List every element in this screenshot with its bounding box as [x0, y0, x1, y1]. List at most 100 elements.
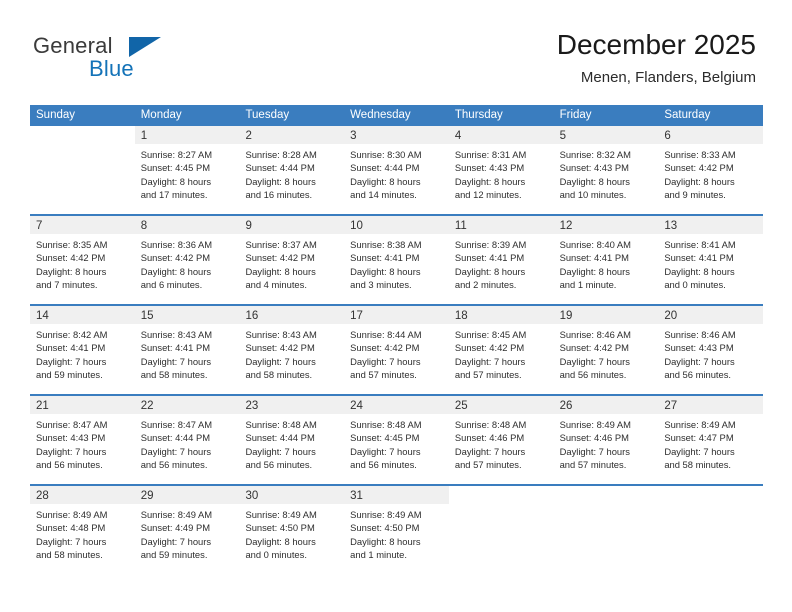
day-detail-line: and 14 minutes.	[350, 189, 417, 201]
day-details: Sunrise: 8:30 AM Sunset: 4:44 PM Daylight:…	[344, 144, 449, 202]
day-number: 12	[559, 220, 573, 232]
day-number-band: 5	[553, 126, 659, 144]
day-cell-20[interactable]: 20 Sunrise: 8:46 AM Sunset: 4:43 PM Dayligh…	[658, 306, 764, 394]
day-cell-22[interactable]: 22 Sunrise: 8:47 AM Sunset: 4:44 PM Dayligh…	[134, 396, 240, 484]
day-cell-8[interactable]: 8 Sunrise: 8:36 AM Sunset: 4:42 PM Daylight…	[134, 216, 240, 304]
day-details: Sunrise: 8:39 AM Sunset: 4:41 PM Daylight:…	[449, 234, 554, 292]
day-detail-line: Sunset: 4:43 PM	[36, 432, 106, 444]
day-cell-14[interactable]: 14 Sunrise: 8:42 AM Sunset: 4:41 PM Dayligh…	[30, 306, 135, 394]
day-cell-27[interactable]: 27 Sunrise: 8:49 AM Sunset: 4:47 PM Dayligh…	[658, 396, 764, 484]
weekday-header-friday: Friday	[559, 109, 592, 121]
day-detail-line: and 56 minutes.	[245, 459, 313, 471]
day-cell-26[interactable]: 26 Sunrise: 8:49 AM Sunset: 4:46 PM Dayligh…	[553, 396, 659, 484]
calendar-weeks: 1 Sunrise: 8:27 AM Sunset: 4:45 PM Daylight…	[30, 126, 764, 574]
day-detail-line: Sunrise: 8:30 AM	[350, 149, 422, 160]
day-details: Sunrise: 8:46 AM Sunset: 4:43 PM Daylight:…	[658, 324, 763, 382]
day-detail-line: Sunrise: 8:40 AM	[559, 239, 631, 250]
day-detail-line: Sunrise: 8:49 AM	[664, 419, 736, 430]
day-cell-25[interactable]: 25 Sunrise: 8:48 AM Sunset: 4:46 PM Dayligh…	[448, 396, 554, 484]
day-detail-line: Sunrise: 8:49 AM	[245, 509, 317, 520]
day-detail-line: Daylight: 8 hours	[454, 265, 526, 277]
day-detail-line: Daylight: 8 hours	[559, 175, 630, 187]
day-detail-line: and 59 minutes.	[140, 549, 208, 561]
day-cell-28[interactable]: 28 Sunrise: 8:49 AM Sunset: 4:48 PM Dayligh…	[30, 486, 135, 574]
day-detail-line: Daylight: 7 hours	[36, 445, 107, 457]
day-number: 7	[36, 220, 43, 232]
day-cell-13[interactable]: 13 Sunrise: 8:41 AM Sunset: 4:41 PM Dayligh…	[658, 216, 764, 304]
day-detail-line: Sunset: 4:42 PM	[350, 342, 420, 354]
day-number: 30	[245, 490, 259, 502]
day-detail-line: and 6 minutes.	[140, 279, 203, 291]
calendar-week-row: 28 Sunrise: 8:49 AM Sunset: 4:48 PM Dayligh…	[30, 484, 764, 574]
day-detail-line: Sunrise: 8:43 AM	[140, 329, 213, 340]
day-detail-line: Daylight: 7 hours	[454, 445, 526, 457]
day-detail-line: Sunset: 4:41 PM	[36, 342, 106, 354]
day-cell-17[interactable]: 17 Sunrise: 8:44 AM Sunset: 4:42 PM Dayligh…	[344, 306, 449, 394]
day-details: Sunrise: 8:47 AM Sunset: 4:43 PM Daylight:…	[30, 414, 135, 472]
day-cell-31[interactable]: 31 Sunrise: 8:49 AM Sunset: 4:50 PM Dayligh…	[344, 486, 449, 574]
day-cell-21[interactable]: 21 Sunrise: 8:47 AM Sunset: 4:43 PM Dayligh…	[30, 396, 135, 484]
day-detail-line: Daylight: 8 hours	[245, 535, 316, 547]
day-cell-23[interactable]: 23 Sunrise: 8:48 AM Sunset: 4:44 PM Dayligh…	[239, 396, 345, 484]
day-number-band: 16	[239, 306, 345, 324]
day-details: Sunrise: 8:49 AM Sunset: 4:47 PM Daylight:…	[658, 414, 763, 472]
day-cell-empty	[553, 486, 659, 574]
day-number: 9	[245, 220, 252, 232]
day-detail-line: Sunrise: 8:49 AM	[559, 419, 631, 430]
day-number: 17	[350, 310, 363, 322]
day-detail-line: Sunset: 4:43 PM	[454, 162, 525, 174]
day-detail-line: and 56 minutes.	[559, 369, 627, 381]
day-cell-16[interactable]: 16 Sunrise: 8:43 AM Sunset: 4:42 PM Dayligh…	[239, 306, 345, 394]
day-number-band: 9	[239, 216, 345, 234]
general-blue-logo[interactable]: General Blue	[33, 33, 233, 85]
day-cell-7[interactable]: 7 Sunrise: 8:35 AM Sunset: 4:42 PM Daylight…	[30, 216, 135, 304]
day-detail-line: Sunset: 4:43 PM	[664, 342, 734, 354]
day-cell-24[interactable]: 24 Sunrise: 8:48 AM Sunset: 4:45 PM Dayligh…	[344, 396, 449, 484]
day-number-band: 20	[658, 306, 764, 324]
day-cell-12[interactable]: 12 Sunrise: 8:40 AM Sunset: 4:41 PM Dayligh…	[553, 216, 659, 304]
day-number-band	[448, 486, 554, 504]
day-detail-line: Sunset: 4:46 PM	[454, 432, 525, 444]
day-cell-2[interactable]: 2 Sunrise: 8:28 AM Sunset: 4:44 PM Daylight…	[239, 126, 345, 214]
day-cell-6[interactable]: 6 Sunrise: 8:33 AM Sunset: 4:42 PM Daylight…	[658, 126, 764, 214]
day-cell-10[interactable]: 10 Sunrise: 8:38 AM Sunset: 4:41 PM Dayligh…	[344, 216, 449, 304]
day-details: Sunrise: 8:27 AM Sunset: 4:45 PM Daylight:…	[135, 144, 240, 202]
day-detail-line: Daylight: 7 hours	[664, 355, 735, 367]
day-cell-11[interactable]: 11 Sunrise: 8:39 AM Sunset: 4:41 PM Dayligh…	[448, 216, 554, 304]
day-details: Sunrise: 8:49 AM Sunset: 4:50 PM Daylight:…	[239, 504, 344, 562]
day-number: 1	[140, 130, 148, 142]
day-number-band: 1	[134, 126, 240, 144]
day-detail-line: Daylight: 7 hours	[36, 535, 107, 547]
day-number-band: 7	[30, 216, 135, 234]
day-detail-line: Sunset: 4:41 PM	[350, 252, 420, 264]
day-details: Sunrise: 8:49 AM Sunset: 4:49 PM Daylight:…	[135, 504, 240, 562]
day-number: 19	[559, 310, 573, 322]
page-header: General Blue December 2025 Menen, Flande…	[0, 0, 792, 104]
day-detail-line: and 7 minutes.	[36, 279, 98, 291]
day-number-band: 24	[344, 396, 449, 414]
day-details: Sunrise: 8:37 AM Sunset: 4:42 PM Daylight:…	[239, 234, 344, 292]
day-number-band: 3	[344, 126, 449, 144]
day-cell-5[interactable]: 5 Sunrise: 8:32 AM Sunset: 4:43 PM Daylight…	[553, 126, 659, 214]
day-cell-3[interactable]: 3 Sunrise: 8:30 AM Sunset: 4:44 PM Daylight…	[344, 126, 449, 214]
day-detail-line: Sunrise: 8:44 AM	[350, 329, 422, 340]
day-detail-line: Sunrise: 8:48 AM	[245, 419, 317, 430]
day-cell-30[interactable]: 30 Sunrise: 8:49 AM Sunset: 4:50 PM Dayligh…	[239, 486, 345, 574]
day-detail-line: and 1 minute.	[350, 549, 407, 561]
day-cell-29[interactable]: 29 Sunrise: 8:49 AM Sunset: 4:49 PM Dayligh…	[134, 486, 240, 574]
day-detail-line: Sunrise: 8:38 AM	[350, 239, 422, 250]
day-detail-line: Sunrise: 8:49 AM	[350, 509, 422, 520]
day-cell-1[interactable]: 1 Sunrise: 8:27 AM Sunset: 4:45 PM Daylight…	[134, 126, 240, 214]
day-cell-19[interactable]: 19 Sunrise: 8:46 AM Sunset: 4:42 PM Dayligh…	[553, 306, 659, 394]
day-number-band: 6	[658, 126, 764, 144]
day-detail-line: and 57 minutes.	[454, 369, 522, 381]
day-number-band: 4	[448, 126, 554, 144]
day-cell-4[interactable]: 4 Sunrise: 8:31 AM Sunset: 4:43 PM Daylight…	[448, 126, 554, 214]
day-number-band: 13	[658, 216, 764, 234]
day-cell-18[interactable]: 18 Sunrise: 8:45 AM Sunset: 4:42 PM Dayligh…	[448, 306, 554, 394]
day-cell-9[interactable]: 9 Sunrise: 8:37 AM Sunset: 4:42 PM Daylight…	[239, 216, 345, 304]
day-cell-15[interactable]: 15 Sunrise: 8:43 AM Sunset: 4:41 PM Dayligh…	[134, 306, 240, 394]
day-number-band	[553, 486, 659, 504]
day-detail-line: Sunrise: 8:46 AM	[664, 329, 736, 340]
day-details	[554, 504, 659, 508]
